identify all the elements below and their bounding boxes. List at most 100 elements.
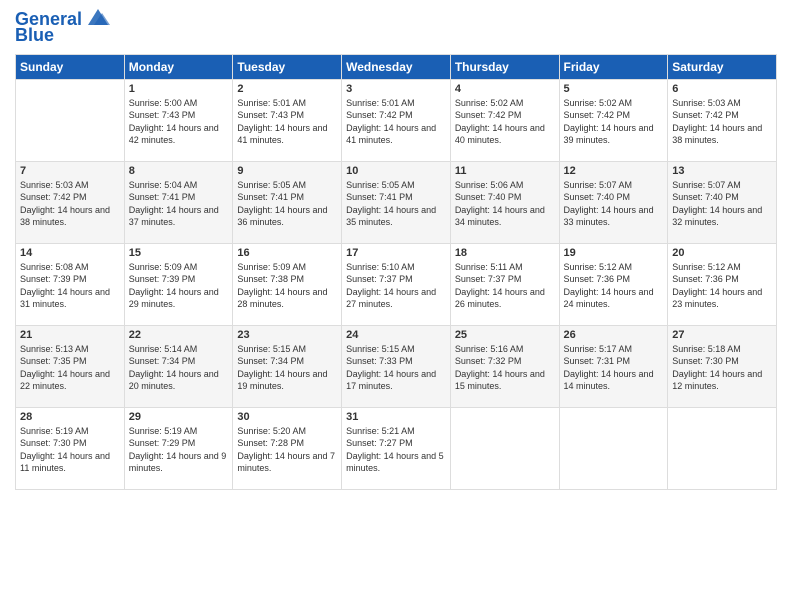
cell-info: Sunrise: 5:02 AMSunset: 7:42 PMDaylight:… bbox=[564, 97, 664, 147]
day-number: 30 bbox=[237, 411, 337, 423]
cell-info: Sunrise: 5:13 AMSunset: 7:35 PMDaylight:… bbox=[20, 343, 120, 393]
day-number: 26 bbox=[564, 329, 664, 341]
day-number: 13 bbox=[672, 165, 772, 177]
calendar-cell-w0-d4: 4 Sunrise: 5:02 AMSunset: 7:42 PMDayligh… bbox=[450, 79, 559, 161]
calendar-cell-w0-d2: 2 Sunrise: 5:01 AMSunset: 7:43 PMDayligh… bbox=[233, 79, 342, 161]
calendar-cell-w3-d1: 22 Sunrise: 5:14 AMSunset: 7:34 PMDaylig… bbox=[124, 325, 233, 407]
cell-info: Sunrise: 5:01 AMSunset: 7:43 PMDaylight:… bbox=[237, 97, 337, 147]
calendar-cell-w4-d0: 28 Sunrise: 5:19 AMSunset: 7:30 PMDaylig… bbox=[16, 407, 125, 489]
page-header: General Blue bbox=[15, 10, 777, 46]
day-number: 3 bbox=[346, 83, 446, 95]
day-number: 8 bbox=[129, 165, 229, 177]
cell-info: Sunrise: 5:08 AMSunset: 7:39 PMDaylight:… bbox=[20, 261, 120, 311]
day-number: 14 bbox=[20, 247, 120, 259]
calendar-cell-w3-d4: 25 Sunrise: 5:16 AMSunset: 7:32 PMDaylig… bbox=[450, 325, 559, 407]
col-header-monday: Monday bbox=[124, 54, 233, 79]
cell-info: Sunrise: 5:21 AMSunset: 7:27 PMDaylight:… bbox=[346, 425, 446, 475]
cell-info: Sunrise: 5:03 AMSunset: 7:42 PMDaylight:… bbox=[672, 97, 772, 147]
day-number: 12 bbox=[564, 165, 664, 177]
day-number: 28 bbox=[20, 411, 120, 423]
calendar-cell-w3-d3: 24 Sunrise: 5:15 AMSunset: 7:33 PMDaylig… bbox=[342, 325, 451, 407]
day-number: 18 bbox=[455, 247, 555, 259]
day-number: 23 bbox=[237, 329, 337, 341]
calendar-cell-w4-d5 bbox=[559, 407, 668, 489]
col-header-friday: Friday bbox=[559, 54, 668, 79]
cell-info: Sunrise: 5:01 AMSunset: 7:42 PMDaylight:… bbox=[346, 97, 446, 147]
day-number: 10 bbox=[346, 165, 446, 177]
day-number: 19 bbox=[564, 247, 664, 259]
calendar-cell-w1-d0: 7 Sunrise: 5:03 AMSunset: 7:42 PMDayligh… bbox=[16, 161, 125, 243]
calendar-cell-w0-d1: 1 Sunrise: 5:00 AMSunset: 7:43 PMDayligh… bbox=[124, 79, 233, 161]
calendar-cell-w2-d4: 18 Sunrise: 5:11 AMSunset: 7:37 PMDaylig… bbox=[450, 243, 559, 325]
day-number: 9 bbox=[237, 165, 337, 177]
cell-info: Sunrise: 5:14 AMSunset: 7:34 PMDaylight:… bbox=[129, 343, 229, 393]
day-number: 22 bbox=[129, 329, 229, 341]
calendar-table: SundayMondayTuesdayWednesdayThursdayFrid… bbox=[15, 54, 777, 490]
cell-info: Sunrise: 5:09 AMSunset: 7:39 PMDaylight:… bbox=[129, 261, 229, 311]
cell-info: Sunrise: 5:12 AMSunset: 7:36 PMDaylight:… bbox=[672, 261, 772, 311]
col-header-sunday: Sunday bbox=[16, 54, 125, 79]
calendar-cell-w3-d2: 23 Sunrise: 5:15 AMSunset: 7:34 PMDaylig… bbox=[233, 325, 342, 407]
day-number: 17 bbox=[346, 247, 446, 259]
calendar-cell-w1-d2: 9 Sunrise: 5:05 AMSunset: 7:41 PMDayligh… bbox=[233, 161, 342, 243]
day-number: 25 bbox=[455, 329, 555, 341]
day-number: 16 bbox=[237, 247, 337, 259]
cell-info: Sunrise: 5:18 AMSunset: 7:30 PMDaylight:… bbox=[672, 343, 772, 393]
cell-info: Sunrise: 5:07 AMSunset: 7:40 PMDaylight:… bbox=[672, 179, 772, 229]
day-number: 1 bbox=[129, 83, 229, 95]
cell-info: Sunrise: 5:16 AMSunset: 7:32 PMDaylight:… bbox=[455, 343, 555, 393]
calendar-cell-w3-d0: 21 Sunrise: 5:13 AMSunset: 7:35 PMDaylig… bbox=[16, 325, 125, 407]
day-number: 29 bbox=[129, 411, 229, 423]
calendar-cell-w1-d3: 10 Sunrise: 5:05 AMSunset: 7:41 PMDaylig… bbox=[342, 161, 451, 243]
calendar-cell-w4-d1: 29 Sunrise: 5:19 AMSunset: 7:29 PMDaylig… bbox=[124, 407, 233, 489]
day-number: 31 bbox=[346, 411, 446, 423]
day-number: 7 bbox=[20, 165, 120, 177]
cell-info: Sunrise: 5:19 AMSunset: 7:29 PMDaylight:… bbox=[129, 425, 229, 475]
cell-info: Sunrise: 5:06 AMSunset: 7:40 PMDaylight:… bbox=[455, 179, 555, 229]
calendar-cell-w1-d5: 12 Sunrise: 5:07 AMSunset: 7:40 PMDaylig… bbox=[559, 161, 668, 243]
cell-info: Sunrise: 5:03 AMSunset: 7:42 PMDaylight:… bbox=[20, 179, 120, 229]
day-number: 20 bbox=[672, 247, 772, 259]
cell-info: Sunrise: 5:10 AMSunset: 7:37 PMDaylight:… bbox=[346, 261, 446, 311]
calendar-cell-w2-d0: 14 Sunrise: 5:08 AMSunset: 7:39 PMDaylig… bbox=[16, 243, 125, 325]
day-number: 6 bbox=[672, 83, 772, 95]
col-header-wednesday: Wednesday bbox=[342, 54, 451, 79]
calendar-cell-w0-d6: 6 Sunrise: 5:03 AMSunset: 7:42 PMDayligh… bbox=[668, 79, 777, 161]
calendar-cell-w0-d3: 3 Sunrise: 5:01 AMSunset: 7:42 PMDayligh… bbox=[342, 79, 451, 161]
col-header-saturday: Saturday bbox=[668, 54, 777, 79]
calendar-cell-w2-d1: 15 Sunrise: 5:09 AMSunset: 7:39 PMDaylig… bbox=[124, 243, 233, 325]
cell-info: Sunrise: 5:15 AMSunset: 7:34 PMDaylight:… bbox=[237, 343, 337, 393]
cell-info: Sunrise: 5:04 AMSunset: 7:41 PMDaylight:… bbox=[129, 179, 229, 229]
calendar-cell-w3-d6: 27 Sunrise: 5:18 AMSunset: 7:30 PMDaylig… bbox=[668, 325, 777, 407]
day-number: 2 bbox=[237, 83, 337, 95]
calendar-cell-w4-d2: 30 Sunrise: 5:20 AMSunset: 7:28 PMDaylig… bbox=[233, 407, 342, 489]
calendar-cell-w2-d5: 19 Sunrise: 5:12 AMSunset: 7:36 PMDaylig… bbox=[559, 243, 668, 325]
calendar-cell-w1-d6: 13 Sunrise: 5:07 AMSunset: 7:40 PMDaylig… bbox=[668, 161, 777, 243]
logo-icon bbox=[84, 7, 112, 29]
calendar-cell-w1-d1: 8 Sunrise: 5:04 AMSunset: 7:41 PMDayligh… bbox=[124, 161, 233, 243]
cell-info: Sunrise: 5:20 AMSunset: 7:28 PMDaylight:… bbox=[237, 425, 337, 475]
cell-info: Sunrise: 5:19 AMSunset: 7:30 PMDaylight:… bbox=[20, 425, 120, 475]
day-number: 15 bbox=[129, 247, 229, 259]
cell-info: Sunrise: 5:15 AMSunset: 7:33 PMDaylight:… bbox=[346, 343, 446, 393]
day-number: 5 bbox=[564, 83, 664, 95]
calendar-cell-w2-d2: 16 Sunrise: 5:09 AMSunset: 7:38 PMDaylig… bbox=[233, 243, 342, 325]
calendar-cell-w1-d4: 11 Sunrise: 5:06 AMSunset: 7:40 PMDaylig… bbox=[450, 161, 559, 243]
calendar-cell-w3-d5: 26 Sunrise: 5:17 AMSunset: 7:31 PMDaylig… bbox=[559, 325, 668, 407]
calendar-cell-w4-d6 bbox=[668, 407, 777, 489]
cell-info: Sunrise: 5:00 AMSunset: 7:43 PMDaylight:… bbox=[129, 97, 229, 147]
cell-info: Sunrise: 5:17 AMSunset: 7:31 PMDaylight:… bbox=[564, 343, 664, 393]
day-number: 11 bbox=[455, 165, 555, 177]
calendar-cell-w2-d6: 20 Sunrise: 5:12 AMSunset: 7:36 PMDaylig… bbox=[668, 243, 777, 325]
cell-info: Sunrise: 5:05 AMSunset: 7:41 PMDaylight:… bbox=[346, 179, 446, 229]
page-container: General Blue SundayMondayTuesdayWednesda… bbox=[0, 0, 792, 500]
calendar-cell-w4-d4 bbox=[450, 407, 559, 489]
cell-info: Sunrise: 5:05 AMSunset: 7:41 PMDaylight:… bbox=[237, 179, 337, 229]
cell-info: Sunrise: 5:11 AMSunset: 7:37 PMDaylight:… bbox=[455, 261, 555, 311]
cell-info: Sunrise: 5:09 AMSunset: 7:38 PMDaylight:… bbox=[237, 261, 337, 311]
day-number: 4 bbox=[455, 83, 555, 95]
day-number: 21 bbox=[20, 329, 120, 341]
calendar-cell-w4-d3: 31 Sunrise: 5:21 AMSunset: 7:27 PMDaylig… bbox=[342, 407, 451, 489]
day-number: 27 bbox=[672, 329, 772, 341]
logo: General Blue bbox=[15, 10, 112, 46]
